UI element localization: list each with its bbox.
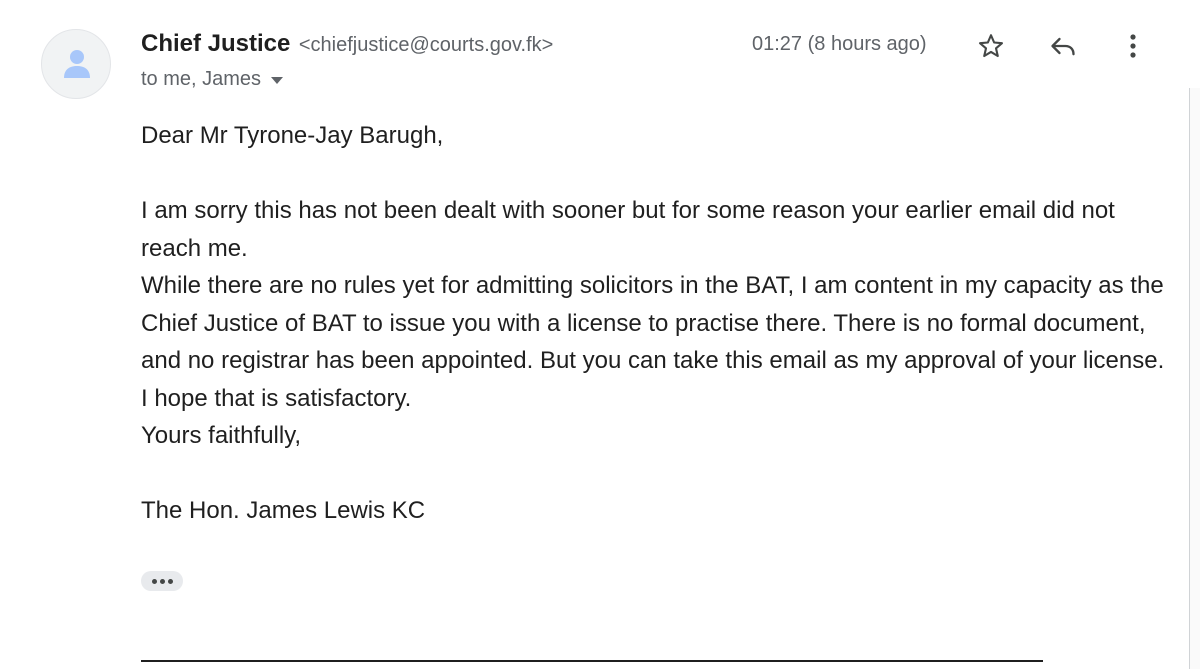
star-button[interactable] — [971, 26, 1011, 66]
recipients-label: to me, James — [141, 68, 262, 90]
ellipsis-icon — [159, 578, 165, 584]
sender-avatar[interactable] — [41, 29, 111, 99]
body-line: I am sorry this has not been dealt with … — [141, 197, 1115, 262]
greeting: Dear Mr Tyrone-Jay Barugh, — [141, 122, 444, 149]
ellipsis-icon — [167, 578, 173, 584]
body-line: While there are no rules yet for admitti… — [141, 272, 1165, 374]
show-trimmed-content-button[interactable] — [141, 571, 183, 591]
email-message: Chief Justice <chiefjustice@courts.gov.f… — [0, 0, 1200, 669]
caret-down-icon — [271, 77, 284, 84]
signature: The Hon. James Lewis KC — [141, 497, 426, 524]
recipients-toggle[interactable]: to me, James — [141, 68, 284, 91]
timestamp: 01:27 (8 hours ago) — [752, 33, 927, 55]
signature-divider — [141, 660, 1043, 662]
more-options-button[interactable] — [1113, 26, 1153, 66]
star-icon — [978, 34, 1004, 58]
sender-name[interactable]: Chief Justice — [141, 30, 290, 57]
ellipsis-icon — [151, 578, 157, 584]
person-icon — [64, 50, 90, 78]
reply-button[interactable] — [1043, 26, 1083, 66]
body-line: I hope that is satisfactory. — [141, 384, 412, 412]
reply-icon — [1051, 37, 1075, 56]
sender-email: <chiefjustice@courts.gov.fk> — [298, 34, 554, 56]
message-body: Dear Mr Tyrone-Jay Barugh, I am sorry th… — [141, 117, 1171, 530]
sender-line: Chief Justice <chiefjustice@courts.gov.f… — [141, 30, 553, 58]
more-vert-icon — [1130, 34, 1136, 58]
body-line: Yours faithfully, — [141, 422, 302, 449]
scrollbar[interactable] — [1189, 88, 1200, 669]
